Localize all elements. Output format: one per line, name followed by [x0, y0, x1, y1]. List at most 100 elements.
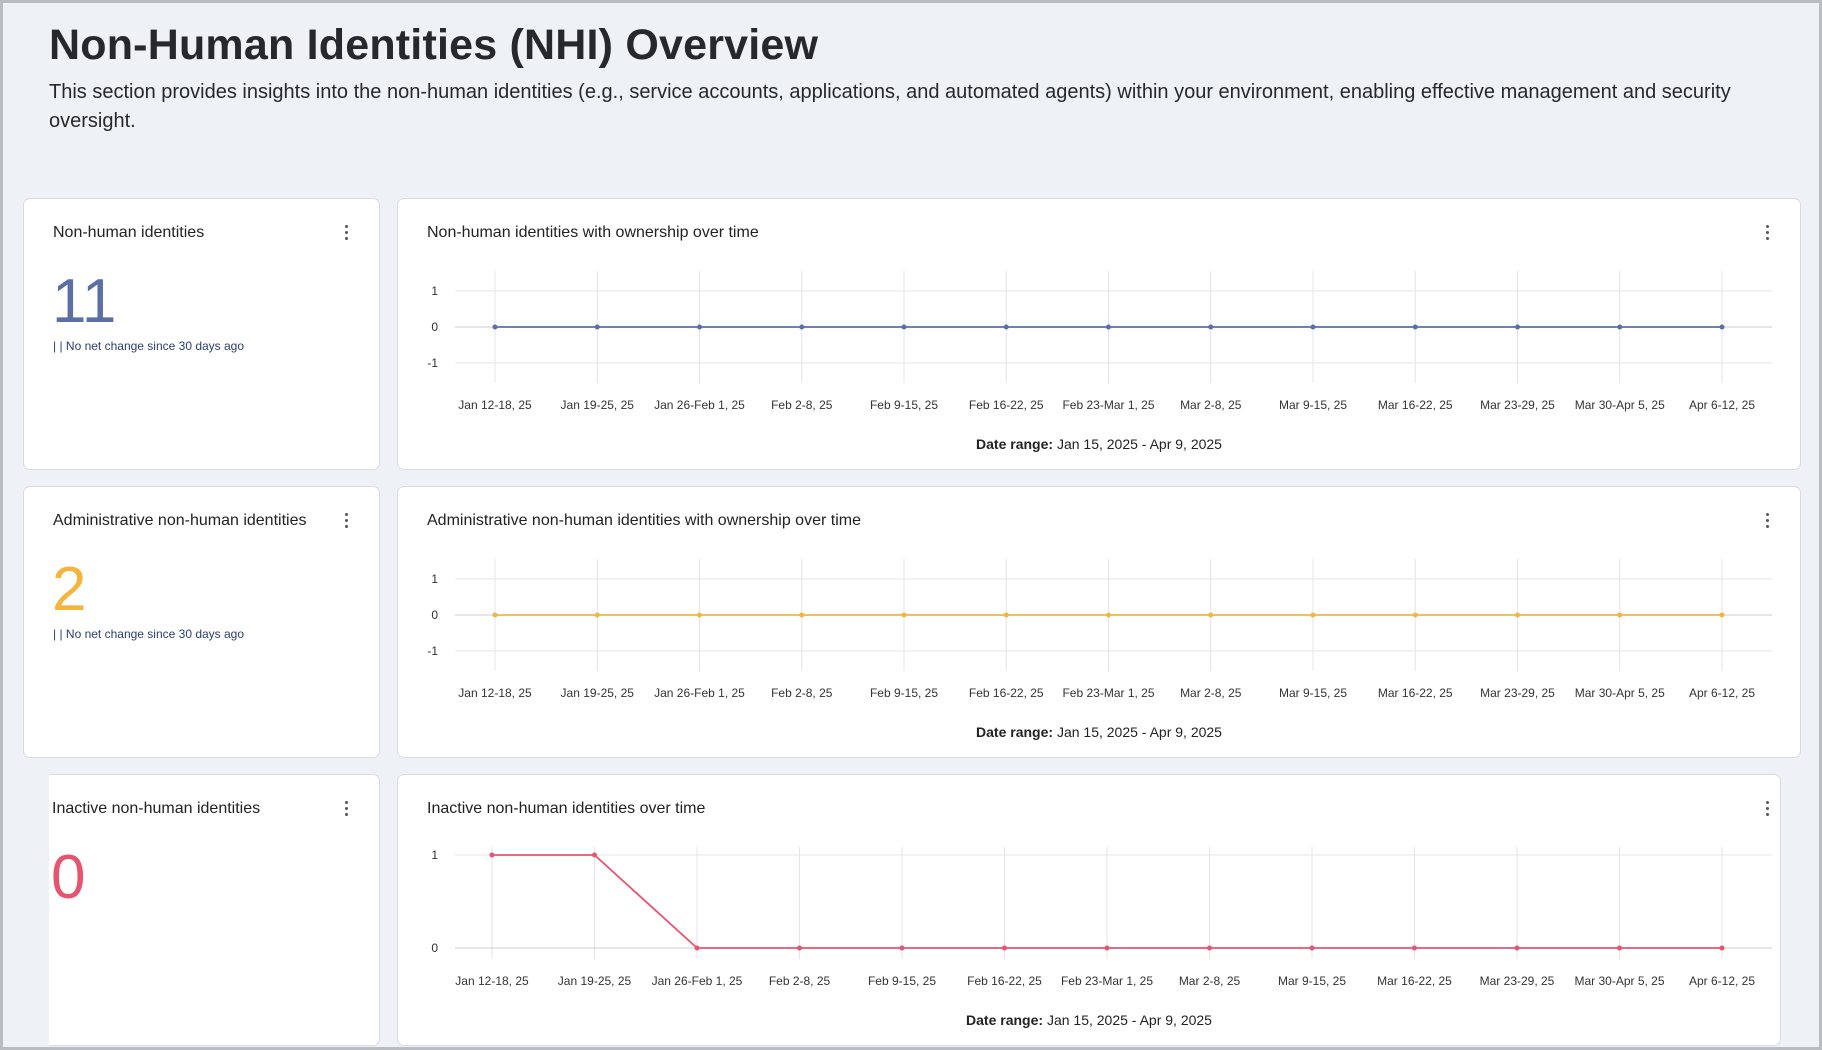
admin-ownership-line-chart: 1 0 -1 Jan 12-18, 25 Jan 19-25, 25 Jan 26-Feb…	[427, 559, 1772, 700]
data-point[interactable]	[492, 324, 498, 330]
data-point[interactable]	[1002, 945, 1007, 951]
data-point[interactable]	[1208, 324, 1214, 330]
data-point[interactable]	[901, 324, 907, 330]
y-tick-label: 1	[431, 848, 438, 862]
x-tick-label: Feb 16-22, 25	[967, 974, 1042, 988]
x-tick-label: Mar 2-8, 25	[1179, 974, 1241, 988]
page-title: Non-Human Identities (NHI) Overview	[49, 21, 819, 69]
y-tick-label: 0	[431, 608, 438, 622]
x-tick-label: Mar 23-29, 25	[1480, 974, 1555, 988]
card-title: Non-human identities	[53, 224, 205, 241]
y-tick-label: -1	[427, 644, 438, 658]
more-options-icon[interactable]	[343, 801, 349, 819]
date-range: Date range: Jan 15, 2025 - Apr 9, 2025	[398, 724, 1800, 740]
data-point[interactable]	[1310, 612, 1316, 618]
data-point[interactable]	[1617, 324, 1623, 330]
x-tick-label: Feb 23-Mar 1, 25	[1062, 686, 1154, 700]
data-point[interactable]	[1003, 612, 1009, 618]
x-tick-label: Jan 26-Feb 1, 25	[654, 398, 745, 412]
date-range-label: Date range:	[976, 724, 1054, 740]
nhi-count-value: 11	[52, 267, 117, 336]
data-point[interactable]	[594, 612, 600, 618]
data-point[interactable]	[1106, 612, 1111, 618]
x-tick-label: Jan 19-25, 25	[561, 686, 635, 700]
data-point[interactable]	[1310, 324, 1316, 330]
change-indicator: | | No net change since 30 days ago	[53, 627, 245, 641]
data-point[interactable]	[594, 324, 600, 330]
card-non-human-identities: Non-human identities 11 | | No net chang…	[23, 198, 380, 470]
data-point[interactable]	[797, 945, 802, 951]
x-tick-label: Mar 30-Apr 5, 25	[1574, 974, 1664, 988]
x-tick-label: Mar 16-22, 25	[1378, 686, 1453, 700]
admin-nhi-count-value: 2	[52, 555, 87, 624]
inactive-line-chart: 1 0 Jan 12-18, 25 Jan 19-25, 25 Jan 26-Feb 1…	[431, 847, 1772, 988]
date-range: Date range: Jan 15, 2025 - Apr 9, 2025	[398, 1012, 1780, 1028]
x-tick-label: Mar 9-15, 25	[1279, 686, 1347, 700]
data-point[interactable]	[1309, 945, 1315, 951]
data-point[interactable]	[1207, 945, 1212, 951]
data-point[interactable]	[592, 852, 597, 858]
y-tick-label: 1	[431, 572, 438, 586]
x-tick-label: Feb 9-15, 25	[870, 686, 938, 700]
ownership-line-chart: 1 0 -1 Jan 12-18, 25 Jan 19-25, 25 Jan 26-Feb…	[427, 271, 1772, 412]
data-point[interactable]	[1003, 324, 1009, 330]
y-tick-label: 0	[431, 941, 438, 955]
data-point[interactable]	[1719, 945, 1725, 951]
data-point[interactable]	[799, 612, 805, 618]
x-tick-label: Feb 23-Mar 1, 25	[1061, 974, 1153, 988]
x-tick-label: Feb 16-22, 25	[969, 686, 1044, 700]
chart-card-admin-ownership: Administrative non-human identities with…	[397, 486, 1801, 758]
data-point[interactable]	[1208, 612, 1214, 618]
x-tick-label: Feb 9-15, 25	[868, 974, 936, 988]
inactive-nhi-count-value: 0	[51, 843, 86, 912]
data-point[interactable]	[1106, 324, 1111, 330]
x-tick-label: Mar 30-Apr 5, 25	[1575, 686, 1665, 700]
card-title: Inactive non-human identities	[52, 800, 261, 817]
x-tick-label: Mar 30-Apr 5, 25	[1575, 398, 1665, 412]
date-range: Date range: Jan 15, 2025 - Apr 9, 2025	[398, 436, 1800, 452]
more-options-icon[interactable]	[343, 513, 349, 531]
data-point[interactable]	[1412, 324, 1418, 330]
x-tick-label: Jan 26-Feb 1, 25	[654, 686, 745, 700]
data-point[interactable]	[697, 324, 702, 330]
x-tick-label: Jan 12-18, 25	[455, 974, 529, 988]
page-header: Non-Human Identities (NHI) Overview This…	[49, 21, 1769, 136]
data-point[interactable]	[1514, 945, 1520, 951]
x-tick-label: Mar 23-29, 25	[1480, 398, 1555, 412]
data-point[interactable]	[1412, 945, 1417, 951]
data-point[interactable]	[697, 612, 702, 618]
data-point[interactable]	[489, 852, 495, 858]
data-point[interactable]	[1617, 612, 1623, 618]
data-point[interactable]	[799, 324, 805, 330]
x-tick-label: Feb 9-15, 25	[870, 398, 938, 412]
x-tick-label: Mar 23-29, 25	[1480, 686, 1555, 700]
change-indicator: | | No net change since 30 days ago	[53, 339, 245, 353]
data-point[interactable]	[1515, 612, 1520, 618]
data-point[interactable]	[1515, 324, 1520, 330]
x-tick-label: Feb 16-22, 25	[969, 398, 1044, 412]
y-tick-label: 0	[431, 320, 438, 334]
data-point[interactable]	[901, 612, 907, 618]
chart-card-inactive: Inactive non-human identities over time …	[397, 774, 1781, 1046]
y-tick-label: 1	[431, 284, 438, 298]
data-point[interactable]	[1719, 324, 1725, 330]
x-tick-label: Mar 16-22, 25	[1377, 974, 1452, 988]
date-range-label: Date range:	[966, 1012, 1044, 1028]
x-tick-label: Feb 2-8, 25	[771, 686, 833, 700]
more-options-icon[interactable]	[343, 225, 349, 243]
date-range-value: Jan 15, 2025 - Apr 9, 2025	[1056, 436, 1222, 452]
x-tick-label: Mar 16-22, 25	[1378, 398, 1453, 412]
card-inactive-nhi: Inactive non-human identities 0	[49, 774, 380, 1046]
data-point[interactable]	[492, 612, 498, 618]
x-tick-label: Apr 6-12, 25	[1689, 398, 1755, 412]
data-point[interactable]	[899, 945, 905, 951]
chart-card-nhi-ownership: Non-human identities with ownership over…	[397, 198, 1801, 470]
x-tick-label: Jan 12-18, 25	[458, 686, 532, 700]
data-point[interactable]	[1412, 612, 1418, 618]
x-tick-label: Jan 26-Feb 1, 25	[652, 974, 743, 988]
data-point[interactable]	[694, 945, 700, 951]
data-point[interactable]	[1104, 945, 1110, 951]
data-point[interactable]	[1617, 945, 1622, 951]
x-tick-label: Mar 9-15, 25	[1279, 398, 1347, 412]
data-point[interactable]	[1719, 612, 1725, 618]
